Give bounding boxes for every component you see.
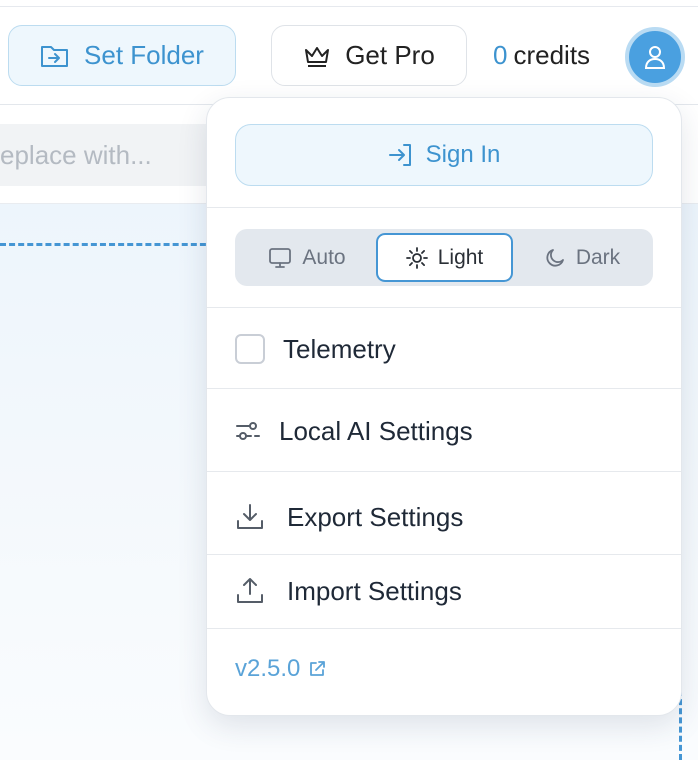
menu-divider xyxy=(207,307,681,308)
local-ai-settings-label: Local AI Settings xyxy=(279,415,473,446)
set-folder-label: Set Folder xyxy=(84,40,204,70)
credits-display: 0 credits xyxy=(493,40,590,71)
theme-option-label: Light xyxy=(437,245,484,269)
telemetry-toggle[interactable]: Telemetry xyxy=(235,325,396,373)
theme-option-label: Auto xyxy=(302,245,346,269)
top-border xyxy=(0,6,698,7)
folder-import-icon xyxy=(40,43,70,69)
import-settings-item[interactable]: Import Settings xyxy=(235,567,462,615)
theme-option-auto[interactable]: Auto xyxy=(239,233,375,282)
telemetry-label: Telemetry xyxy=(283,333,396,364)
set-folder-button[interactable]: Set Folder xyxy=(8,25,236,86)
crown-icon xyxy=(303,44,331,68)
download-icon xyxy=(235,503,265,531)
credits-label: credits xyxy=(513,40,591,70)
export-settings-label: Export Settings xyxy=(287,501,464,532)
theme-option-dark[interactable]: Dark xyxy=(514,233,650,282)
export-settings-item[interactable]: Export Settings xyxy=(235,493,463,541)
user-menu-dropdown: Sign In Auto Light Dark Telemetry Local … xyxy=(206,97,682,716)
menu-divider xyxy=(207,471,681,472)
replace-input[interactable] xyxy=(0,124,230,186)
theme-switcher: Auto Light Dark xyxy=(235,229,653,286)
menu-divider xyxy=(207,628,681,629)
drop-zone-border-top xyxy=(0,243,215,246)
version-label: v2.5.0 xyxy=(235,655,301,682)
theme-option-label: Dark xyxy=(575,245,621,269)
menu-divider xyxy=(207,554,681,555)
sign-in-button[interactable]: Sign In xyxy=(235,124,653,186)
menu-divider xyxy=(207,388,681,389)
theme-option-light[interactable]: Light xyxy=(376,233,513,282)
monitor-icon xyxy=(268,247,292,269)
sign-in-icon xyxy=(388,143,414,167)
import-settings-label: Import Settings xyxy=(287,575,462,606)
get-pro-button[interactable]: Get Pro xyxy=(271,25,467,86)
moon-icon xyxy=(544,247,566,269)
credits-count: 0 xyxy=(493,40,508,70)
telemetry-checkbox[interactable] xyxy=(235,334,265,364)
get-pro-label: Get Pro xyxy=(345,40,435,70)
avatar-button[interactable] xyxy=(625,27,685,87)
external-link-icon xyxy=(308,660,326,678)
sign-in-label: Sign In xyxy=(425,141,501,168)
sliders-icon xyxy=(235,419,261,443)
version-link[interactable]: v2.5.0 xyxy=(235,655,326,683)
local-ai-settings-item[interactable]: Local AI Settings xyxy=(235,407,473,455)
sun-icon xyxy=(405,246,428,269)
menu-divider xyxy=(207,207,681,208)
upload-icon xyxy=(235,577,265,605)
user-icon xyxy=(643,44,667,70)
